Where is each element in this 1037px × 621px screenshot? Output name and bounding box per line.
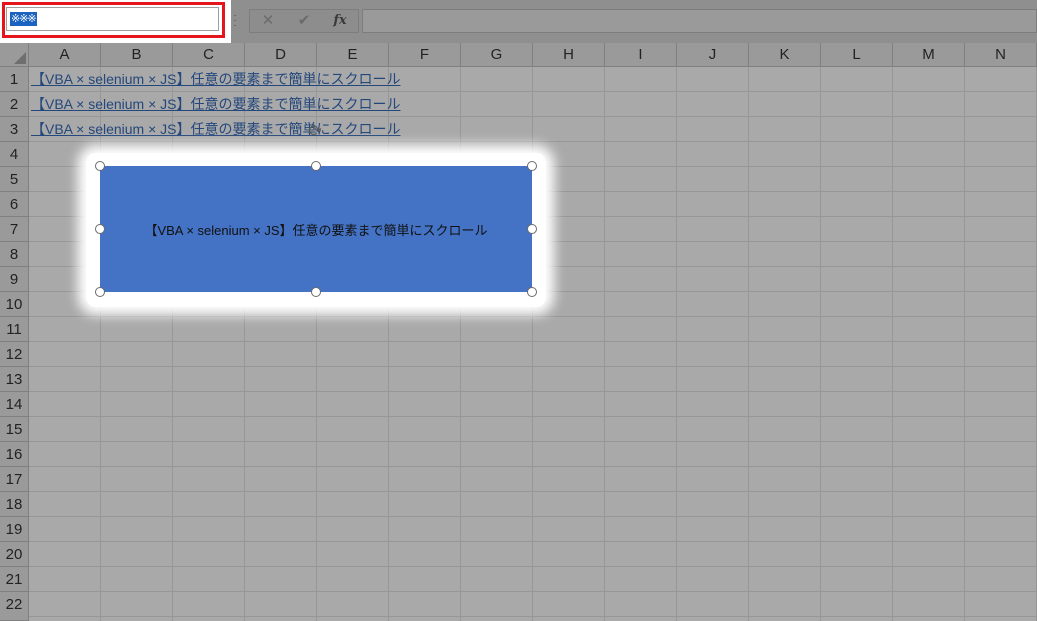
column-header-e[interactable]: E	[317, 43, 389, 67]
shape-text: 【VBA × selenium × JS】任意の要素まで簡単にスクロール	[144, 222, 488, 238]
resize-handle-bottom[interactable]	[311, 287, 321, 297]
formula-bar-resize-dots-icon[interactable]: · · ·	[233, 11, 237, 31]
row-header-5[interactable]: 5	[0, 167, 29, 192]
row-header-6[interactable]: 6	[0, 192, 29, 217]
row-header-21[interactable]: 21	[0, 567, 29, 592]
resize-handle-right[interactable]	[527, 224, 537, 234]
column-header-b[interactable]: B	[101, 43, 173, 67]
row-header-19[interactable]: 19	[0, 517, 29, 542]
column-header-i[interactable]: I	[605, 43, 677, 67]
row-header-14[interactable]: 14	[0, 392, 29, 417]
select-all-button[interactable]	[0, 43, 29, 67]
row-header-13[interactable]: 13	[0, 367, 29, 392]
column-header-k[interactable]: K	[749, 43, 821, 67]
row-header-9[interactable]: 9	[0, 267, 29, 292]
row-header-1[interactable]: 1	[0, 67, 29, 92]
row-header-12[interactable]: 12	[0, 342, 29, 367]
row-header-15[interactable]: 15	[0, 417, 29, 442]
column-header-d[interactable]: D	[245, 43, 317, 67]
column-header-c[interactable]: C	[173, 43, 245, 67]
resize-handle-top-left[interactable]	[95, 161, 105, 171]
insert-function-icon[interactable]: fx	[325, 11, 355, 31]
column-header-m[interactable]: M	[893, 43, 965, 67]
name-box-value[interactable]: ※※※	[10, 12, 37, 26]
column-header-f[interactable]: F	[389, 43, 461, 67]
name-box-highlight-area: ※※※	[0, 0, 231, 44]
column-header-a[interactable]: A	[29, 43, 101, 67]
resize-handle-bottom-right[interactable]	[527, 287, 537, 297]
row-header-4[interactable]: 4	[0, 142, 29, 167]
formula-input[interactable]	[362, 9, 1037, 33]
row-header-18[interactable]: 18	[0, 492, 29, 517]
row-header-11[interactable]: 11	[0, 317, 29, 342]
resize-handle-top[interactable]	[311, 161, 321, 171]
row-header-17[interactable]: 17	[0, 467, 29, 492]
rotate-handle-icon[interactable]: ⟳	[307, 124, 323, 140]
rectangle-shape[interactable]: 【VBA × selenium × JS】任意の要素まで簡単にスクロール	[100, 166, 532, 292]
check-icon[interactable]: ✔	[289, 11, 319, 31]
column-header-g[interactable]: G	[461, 43, 533, 67]
worksheet-grid[interactable]	[29, 67, 1037, 621]
row-header-3[interactable]: 3	[0, 117, 29, 142]
column-header-l[interactable]: L	[821, 43, 893, 67]
column-header-n[interactable]: N	[965, 43, 1037, 67]
row-header-20[interactable]: 20	[0, 542, 29, 567]
cancel-icon[interactable]: ✕	[253, 11, 283, 31]
name-box[interactable]: ※※※	[6, 7, 219, 31]
row-header-22[interactable]: 22	[0, 592, 29, 621]
row-header-2[interactable]: 2	[0, 92, 29, 117]
row-header-16[interactable]: 16	[0, 442, 29, 467]
cell-a2-hyperlink[interactable]: 【VBA × selenium × JS】任意の要素まで簡単にスクロール	[31, 92, 401, 117]
row-header-8[interactable]: 8	[0, 242, 29, 267]
column-header-h[interactable]: H	[533, 43, 605, 67]
resize-handle-left[interactable]	[95, 224, 105, 234]
resize-handle-top-right[interactable]	[527, 161, 537, 171]
cell-a3-hyperlink[interactable]: 【VBA × selenium × JS】任意の要素まで簡単にスクロール	[31, 117, 401, 142]
resize-handle-bottom-left[interactable]	[95, 287, 105, 297]
cell-a1-hyperlink[interactable]: 【VBA × selenium × JS】任意の要素まで簡単にスクロール	[31, 67, 401, 92]
formula-buttons: ✕ ✔ fx	[249, 9, 359, 33]
row-header-7[interactable]: 7	[0, 217, 29, 242]
column-header-j[interactable]: J	[677, 43, 749, 67]
row-header-10[interactable]: 10	[0, 292, 29, 317]
